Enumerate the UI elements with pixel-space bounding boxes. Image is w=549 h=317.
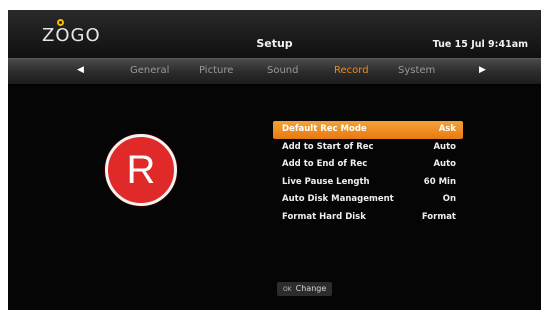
menu-item-default-rec-mode[interactable]: Default Rec Mode Ask <box>273 121 463 139</box>
tab-sound[interactable]: Sound <box>267 65 299 76</box>
tab-picture[interactable]: Picture <box>199 65 233 76</box>
menu-item-live-pause-length[interactable]: Live Pause Length 60 Min <box>273 174 463 192</box>
menu-item-value: 60 Min <box>423 176 456 187</box>
menu-item-label: Live Pause Length <box>282 176 370 187</box>
menu-item-add-to-start-of-rec[interactable]: Add to Start of Rec Auto <box>273 139 463 157</box>
menu-item-label: Format Hard Disk <box>282 211 366 222</box>
menu-item-value: Ask <box>438 124 456 134</box>
tab-system[interactable]: System <box>398 65 435 76</box>
tab-prev-arrow-icon[interactable]: ◀ <box>77 65 84 75</box>
ok-change-hint[interactable]: OK Change <box>277 282 333 296</box>
hint-label: Change <box>295 284 327 293</box>
date-time: Tue 15 Jul 9:41am <box>432 39 528 50</box>
tab-bar: ◀ General Picture Sound Record System ▶ <box>8 58 541 85</box>
menu-item-format-hard-disk[interactable]: Format Hard Disk Format <box>273 209 463 227</box>
menu-item-value: Auto <box>433 141 456 152</box>
menu-item-add-to-end-of-rec[interactable]: Add to End of Rec Auto <box>273 156 463 174</box>
top-bar: Z OGO Setup Tue 15 Jul 9:41am <box>8 10 541 58</box>
tab-general[interactable]: General <box>130 65 169 76</box>
record-icon-letter: R <box>126 148 156 192</box>
menu-item-label: Add to End of Rec <box>282 159 368 170</box>
menu-item-value: Format <box>421 211 456 222</box>
record-settings-menu: Default Rec Mode Ask Add to Start of Rec… <box>273 121 463 227</box>
record-icon: R <box>105 134 177 206</box>
ok-key-icon: OK <box>283 286 292 293</box>
menu-item-value: On <box>442 194 456 205</box>
menu-item-auto-disk-management[interactable]: Auto Disk Management On <box>273 191 463 209</box>
menu-item-label: Auto Disk Management <box>282 194 394 205</box>
tv-screen: Z OGO Setup Tue 15 Jul 9:41am ◀ General P… <box>8 10 541 310</box>
menu-item-label: Add to Start of Rec <box>282 141 374 152</box>
tab-next-arrow-icon[interactable]: ▶ <box>479 65 486 75</box>
menu-item-value: Auto <box>433 159 456 170</box>
tab-record[interactable]: Record <box>334 65 369 76</box>
menu-item-label: Default Rec Mode <box>282 124 367 134</box>
